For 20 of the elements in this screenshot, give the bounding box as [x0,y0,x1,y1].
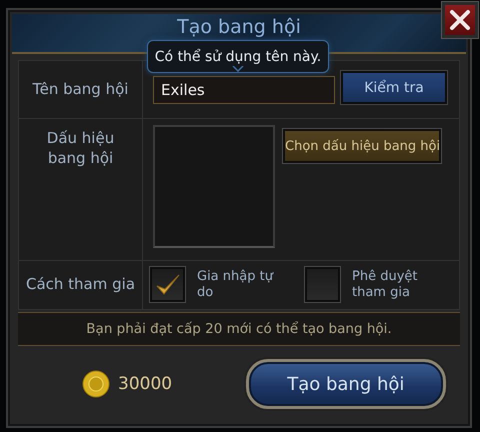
choose-emblem-button[interactable]: Chọn dấu hiệu bang hội [283,129,441,163]
tooltip: Có thể sử dụng tên này. [147,40,329,73]
window-title: Tạo bang hội [177,16,301,38]
option-label: Gia nhập tự do [197,268,274,300]
field-label: Dấu hiệu bang hội [46,129,116,168]
guild-name-field[interactable]: Exiles [153,76,335,104]
checkmark-icon [154,272,180,296]
field-label: Cách tham gia [26,275,136,295]
check-button[interactable]: Kiểm tra [341,71,447,104]
coin-icon [82,370,110,398]
checkbox[interactable] [305,267,340,302]
close-icon [449,9,471,31]
pointer-icon [232,66,244,72]
notice-text: Bạn phải đạt cấp 20 mới có thể tạo bang hội. [86,321,392,337]
cost-amount: 30000 [118,374,172,394]
close-button[interactable] [442,2,478,38]
field-label: Tên bang hội [32,80,128,100]
option-label: Phê duyệt tham gia [352,268,418,300]
checkbox[interactable] [150,267,185,302]
create-guild-button[interactable]: Tạo bang hội [246,359,446,409]
